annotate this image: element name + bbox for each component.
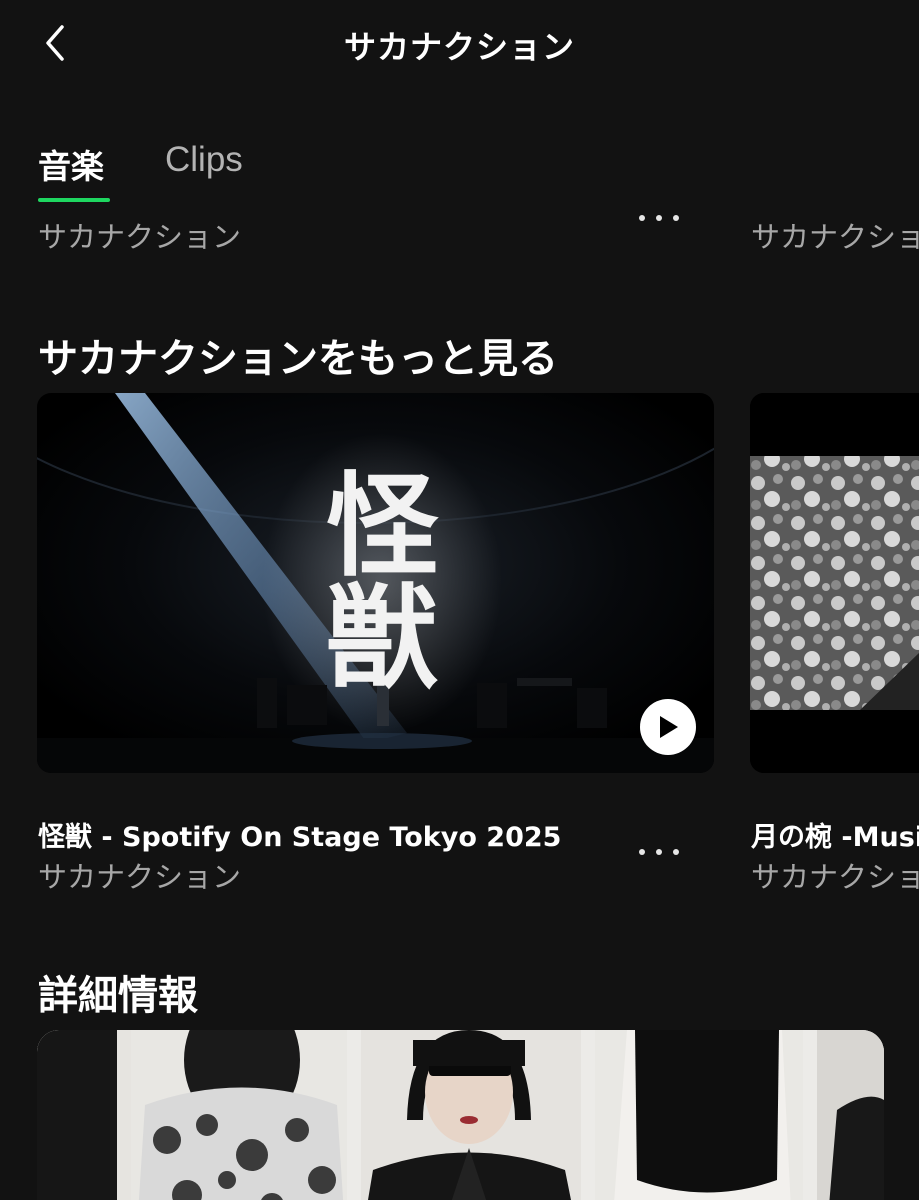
video-card-2[interactable] [750, 393, 919, 773]
tab-clips[interactable]: Clips [165, 140, 243, 180]
more-dot-icon [673, 215, 679, 221]
tab-music[interactable]: 音楽 [38, 140, 104, 188]
artist-photo [37, 1030, 884, 1200]
video-more-options-button[interactable] [635, 840, 683, 864]
play-button[interactable] [640, 699, 696, 755]
more-dot-icon [639, 215, 645, 221]
active-tab-indicator [38, 198, 110, 202]
prev-row-artist-1[interactable]: サカナクション [38, 214, 241, 256]
thumbnail-caption-1: 怪 [326, 461, 438, 592]
more-dot-icon [673, 849, 679, 855]
thumbnail-caption-2: 獣 [326, 573, 438, 704]
about-artist-card[interactable] [37, 1030, 884, 1200]
video-title[interactable]: 怪獣 - Spotify On Stage Tokyo 2025 [38, 815, 561, 854]
video-artist-2[interactable]: サカナクショ [751, 854, 919, 896]
more-section-title: サカナクションをもっと見る [38, 336, 558, 382]
top-bar: サカナクション [0, 0, 919, 90]
video-card[interactable]: 怪 獣 [37, 393, 714, 773]
video-artist[interactable]: サカナクション [38, 854, 241, 896]
video-thumbnail-2 [750, 393, 919, 773]
prev-row-artist-2[interactable]: サカナクショ [751, 214, 919, 256]
more-dot-icon [639, 849, 645, 855]
about-section-title: 詳細情報 [38, 973, 198, 1019]
play-icon [660, 716, 678, 738]
page-title: サカナクション [343, 28, 575, 66]
more-options-button[interactable] [635, 206, 683, 230]
more-dot-icon [656, 849, 662, 855]
video-title-2[interactable]: 月の椀 -Musi [751, 815, 919, 854]
more-dot-icon [656, 215, 662, 221]
